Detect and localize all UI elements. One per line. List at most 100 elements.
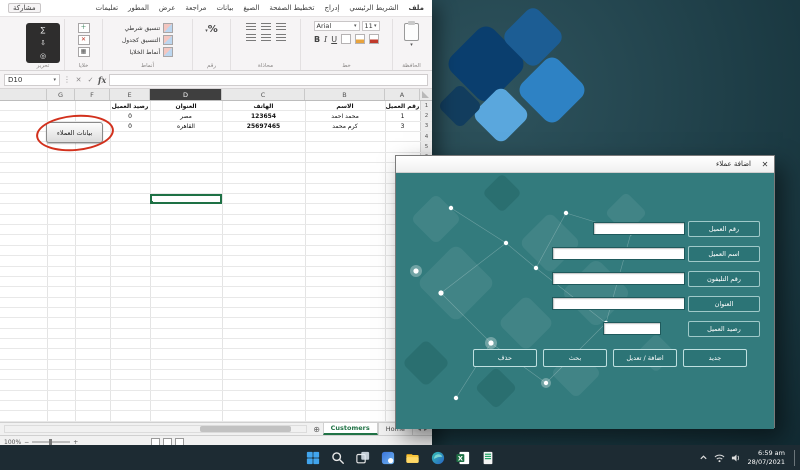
delete-cells-button[interactable]: ✕ — [77, 35, 90, 45]
form-title-bar[interactable]: اضافة عملاء ✕ — [396, 156, 774, 173]
add-edit-button[interactable]: اضافة / تعديل — [613, 349, 677, 367]
format-cells-button[interactable]: ▦ — [77, 47, 90, 57]
column-header[interactable] — [0, 89, 47, 100]
column-header-E[interactable]: E — [110, 89, 150, 100]
cell-D1[interactable]: العنوان — [150, 101, 222, 111]
edge-button[interactable] — [429, 449, 446, 466]
align-left-button[interactable] — [246, 34, 256, 42]
column-header-G[interactable]: G — [47, 89, 75, 100]
align-middle-button[interactable] — [261, 23, 271, 31]
tab-review[interactable]: مراجعة — [185, 4, 206, 12]
active-cell-selection[interactable] — [150, 194, 222, 205]
format-as-table-button[interactable]: التنسيق كجدول — [122, 35, 174, 45]
fill-icon[interactable]: ⇩ — [40, 39, 46, 47]
search-button[interactable] — [329, 449, 346, 466]
confirm-entry-icon[interactable]: ✓ — [86, 76, 95, 84]
widgets-button[interactable] — [379, 449, 396, 466]
tab-file[interactable]: ملف — [408, 4, 424, 12]
cell-C3[interactable]: 25697465 — [222, 122, 305, 132]
excel-file-button[interactable] — [479, 449, 496, 466]
align-top-button[interactable] — [276, 23, 286, 31]
excel-taskbar-button[interactable]: X — [454, 449, 471, 466]
cell-E2[interactable]: 0 — [110, 111, 150, 121]
cell-A2[interactable]: 1 — [385, 111, 420, 121]
search-button[interactable]: بحث — [543, 349, 607, 367]
row-header-5[interactable]: 5 — [420, 142, 432, 152]
select-all-corner[interactable] — [420, 89, 432, 100]
column-header-B[interactable]: B — [305, 89, 385, 100]
column-header-C[interactable]: C — [222, 89, 305, 100]
tab-data[interactable]: بيانات — [216, 4, 233, 12]
sheet-tab-customers[interactable]: Customers — [322, 423, 378, 435]
cell-D3[interactable]: القاهره — [150, 122, 222, 132]
task-view-button[interactable] — [354, 449, 371, 466]
cell-D2[interactable]: مصر — [150, 111, 222, 121]
network-tray-icon[interactable] — [714, 453, 725, 463]
cell-A3[interactable]: 3 — [385, 122, 420, 132]
font-size-select[interactable]: 11 ▾ — [361, 21, 380, 31]
tab-insert[interactable]: إدراج — [324, 4, 339, 12]
customer-name-input[interactable] — [552, 247, 685, 260]
share-button[interactable]: مشاركة — [8, 3, 41, 13]
cell-C1[interactable]: الهاتف — [222, 101, 305, 111]
editing-panel[interactable]: ∑ ⇩ ◎ — [26, 23, 60, 63]
delete-button[interactable]: حذف — [473, 349, 537, 367]
column-header-A[interactable]: A — [385, 89, 420, 100]
phone-number-input[interactable] — [552, 272, 685, 285]
conditional-formatting-button[interactable]: تنسيق شرطي — [122, 23, 174, 33]
row-header-4[interactable]: 4 — [420, 132, 432, 142]
column-header-D[interactable]: D — [150, 89, 222, 100]
hidden-icons-chevron[interactable] — [699, 453, 708, 462]
tab-developer[interactable]: المطور — [128, 4, 149, 12]
add-sheet-button[interactable]: ⊕ — [311, 423, 323, 435]
cell-styles-button[interactable]: أنماط الخلايا — [122, 47, 174, 57]
autosum-icon[interactable]: ∑ — [41, 26, 46, 34]
cell-B3[interactable]: كرم محمد — [305, 122, 385, 132]
start-button[interactable] — [304, 449, 321, 466]
tab-page-layout[interactable]: تخطيط الصفحة — [269, 4, 314, 12]
tab-home[interactable]: الشريط الرئيسي — [349, 4, 398, 12]
insert-cells-button[interactable]: ＋ — [77, 23, 90, 33]
volume-tray-icon[interactable] — [731, 453, 742, 463]
insert-function-button[interactable]: fx — [98, 75, 106, 85]
sheet-grid[interactable]: 1234567891011121314151617181920212223242… — [0, 101, 432, 422]
cell-B1[interactable]: الاسم — [305, 101, 385, 111]
tab-help[interactable]: تعليمات — [96, 4, 119, 12]
percent-style-button[interactable]: %▾ — [205, 24, 218, 35]
bold-button[interactable]: B — [314, 35, 320, 44]
font-color-button[interactable] — [369, 34, 380, 44]
font-name-select[interactable]: Arial ▾ — [313, 21, 360, 31]
align-bottom-button[interactable] — [246, 23, 256, 31]
new-button[interactable]: جديد — [683, 349, 747, 367]
cell-E3[interactable]: 0 — [110, 122, 150, 132]
tab-formulas[interactable]: الصيغ — [243, 4, 259, 12]
align-right-button[interactable] — [276, 34, 286, 42]
close-icon[interactable]: ✕ — [756, 160, 774, 169]
cell-E1[interactable]: رصيد العميل — [110, 101, 150, 111]
row-header-1[interactable]: 1 — [420, 101, 432, 111]
tab-view[interactable]: عرض — [159, 4, 176, 12]
show-desktop-button[interactable] — [794, 449, 797, 466]
name-box[interactable]: D10 ▾ — [4, 73, 60, 86]
formula-input[interactable] — [109, 73, 428, 86]
zoom-slider[interactable] — [32, 439, 71, 445]
cell-B2[interactable]: محمد احمد — [305, 111, 385, 121]
customer-number-input[interactable] — [593, 222, 685, 235]
taskbar-clock[interactable]: 6:59 am 28/07/2021 — [748, 449, 785, 466]
underline-button[interactable]: U — [331, 35, 337, 44]
cancel-entry-icon[interactable]: ✕ — [74, 76, 83, 84]
customer-data-button[interactable]: بيانات العملاء — [46, 122, 103, 143]
customer-balance-input[interactable] — [603, 322, 661, 335]
align-center-button[interactable] — [261, 34, 271, 42]
borders-button[interactable] — [341, 34, 352, 44]
cell-A1[interactable]: رقم العميل — [385, 101, 420, 111]
row-header-2[interactable]: 2 — [420, 111, 432, 121]
cell-C2[interactable]: 123654 — [222, 111, 305, 121]
italic-button[interactable]: I — [324, 35, 327, 44]
find-icon[interactable]: ◎ — [40, 52, 46, 60]
row-header-3[interactable]: 3 — [420, 121, 432, 132]
file-explorer-button[interactable] — [404, 449, 421, 466]
fill-color-button[interactable] — [355, 34, 366, 44]
horizontal-scrollbar[interactable] — [4, 425, 307, 433]
column-header-F[interactable]: F — [75, 89, 110, 100]
